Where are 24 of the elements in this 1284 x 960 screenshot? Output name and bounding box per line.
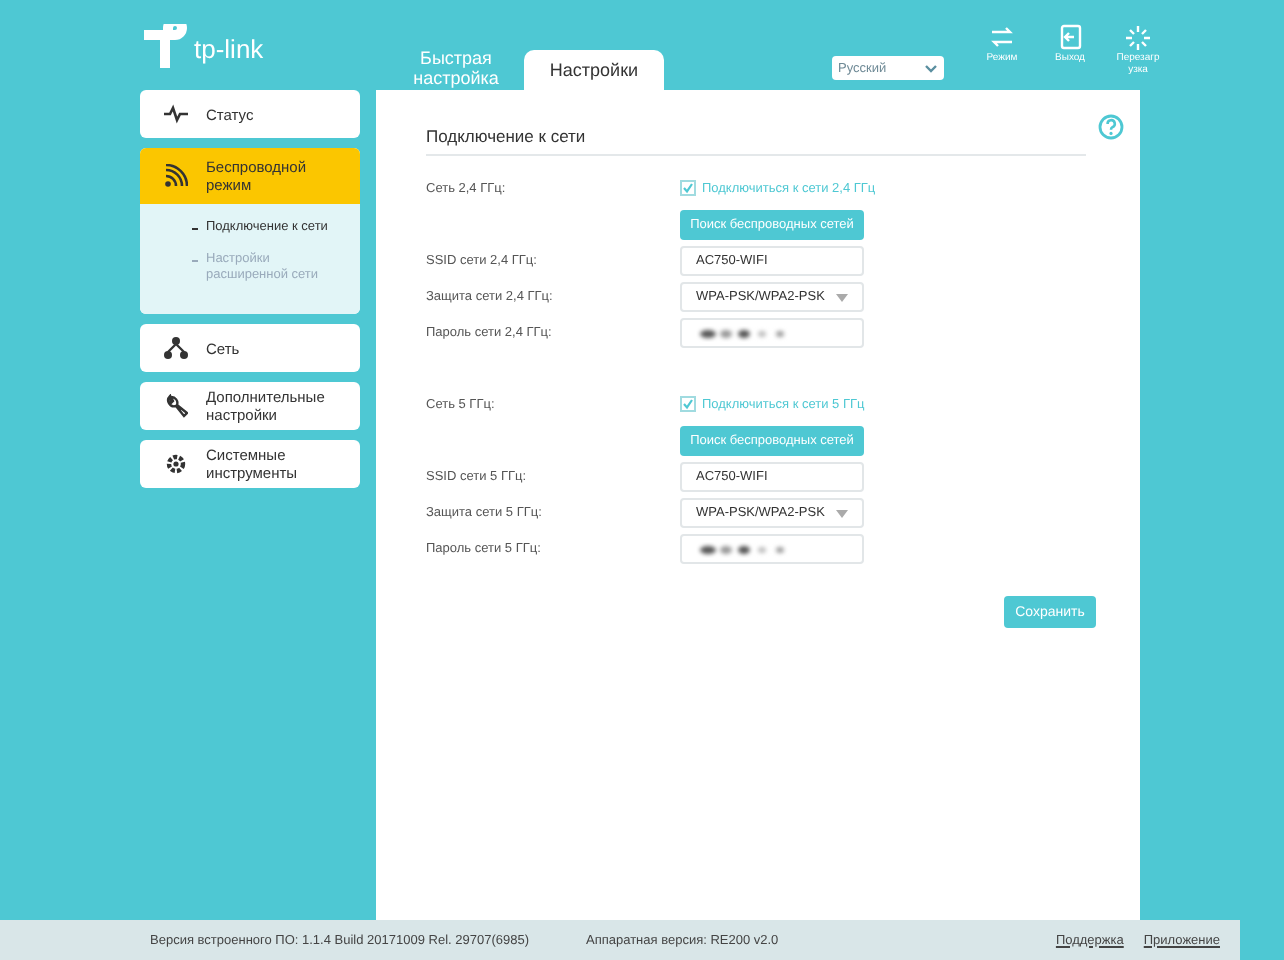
network-icon xyxy=(164,336,188,360)
password-field[interactable] xyxy=(680,534,864,564)
gear-icon xyxy=(164,452,188,476)
caret-icon xyxy=(836,509,848,517)
checkbox[interactable] xyxy=(680,180,696,196)
swap-arrows-icon xyxy=(988,24,1016,52)
wireless-icon xyxy=(164,164,188,188)
password-field[interactable] xyxy=(680,318,864,348)
help-icon xyxy=(1098,114,1124,140)
logo: tp-link xyxy=(140,24,380,72)
tp-logo-icon xyxy=(140,24,188,72)
reboot-icon xyxy=(1124,24,1152,52)
caret-icon xyxy=(924,63,938,73)
caret-icon xyxy=(836,293,848,301)
checkbox[interactable] xyxy=(680,396,696,412)
section-title: Подключение к сети xyxy=(426,114,1086,156)
checkmark-icon xyxy=(682,398,694,410)
tab[interactable]: Настройки xyxy=(524,50,664,90)
bullet-dash xyxy=(192,228,198,230)
exit-icon xyxy=(1056,24,1084,52)
pulse-icon xyxy=(164,102,188,126)
bullet-dash xyxy=(192,260,198,262)
wrench-icon xyxy=(164,394,188,418)
checkmark-icon xyxy=(682,182,694,194)
